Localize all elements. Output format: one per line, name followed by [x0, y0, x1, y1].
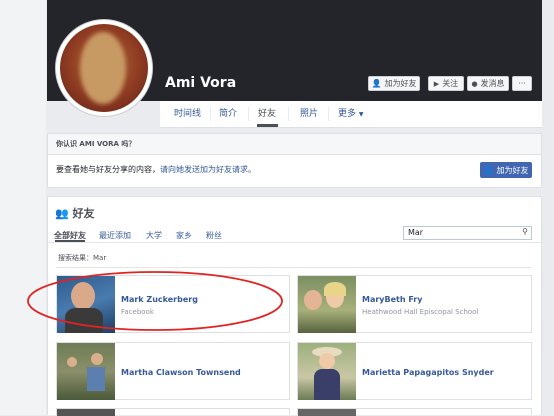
- add-friend-label: 加为好友: [384, 79, 417, 88]
- send-request-link[interactable]: 请向她发送加为好友请求。: [160, 165, 256, 174]
- search-results-label: 搜索结果：Mar: [58, 254, 107, 262]
- search-icon[interactable]: ⚲: [522, 227, 528, 236]
- tab-college[interactable]: 大学: [146, 230, 162, 241]
- tab-more[interactable]: 更多 ▼: [338, 101, 364, 127]
- friend-card-partial: [297, 408, 532, 416]
- friend-photo[interactable]: [298, 276, 356, 333]
- tab-hometown[interactable]: 家乡: [176, 230, 192, 241]
- more-actions-button[interactable]: ···: [512, 76, 532, 91]
- prompt-header: 你认识 AMI VORA 吗？: [48, 134, 541, 155]
- friend-photo[interactable]: [298, 343, 356, 400]
- friends-icon: 👥: [55, 207, 69, 220]
- tab-more-label: 更多: [338, 109, 357, 119]
- profile-name[interactable]: Ami Vora: [165, 75, 236, 91]
- add-friend-button[interactable]: 👤 加为好友: [368, 76, 420, 91]
- friend-card[interactable]: MaryBeth Fry Heathwood Hall Episcopal Sc…: [297, 275, 532, 333]
- friend-card[interactable]: Martha Clawson Townsend: [56, 342, 290, 400]
- prompt-add-friend-label: 加为好友: [496, 165, 529, 175]
- add-friend-icon: 👤: [371, 79, 382, 88]
- avatar-image: [60, 24, 148, 112]
- message-label: 发消息: [480, 79, 505, 88]
- friend-card-partial: [56, 408, 290, 416]
- highlight-ellipse-annotation: [27, 271, 283, 331]
- tab-followers[interactable]: 粉丝: [206, 230, 222, 241]
- prompt-add-friend-button[interactable]: 👤 加为好友: [480, 162, 532, 178]
- friend-name[interactable]: Marietta Papagapitos Snyder: [362, 368, 494, 377]
- left-sidebar-strip: [0, 0, 46, 415]
- friend-card[interactable]: Marietta Papagapitos Snyder: [297, 342, 532, 400]
- message-icon: ●: [471, 79, 478, 88]
- friends-title-row: 👥 好友: [55, 205, 95, 221]
- friend-name[interactable]: MaryBeth Fry: [362, 295, 422, 304]
- follow-button[interactable]: ▶ 关注: [428, 76, 464, 91]
- follow-icon: ▶: [433, 79, 440, 88]
- prompt-text: 要查看她与好友分享的内容，: [56, 165, 160, 174]
- friend-subtitle: Heathwood Hall Episcopal School: [362, 308, 479, 316]
- tab-photos[interactable]: 照片: [300, 101, 318, 127]
- friends-search-input[interactable]: Mar ⚲: [403, 226, 532, 240]
- profile-nav-bar: 时间线 简介 好友 照片 更多 ▼: [160, 101, 542, 128]
- tab-timeline[interactable]: 时间线: [174, 101, 201, 127]
- friend-photo[interactable]: [57, 343, 115, 400]
- more-actions-label: ···: [518, 79, 526, 88]
- message-button[interactable]: ● 发消息: [467, 76, 509, 91]
- tab-recently-added[interactable]: 最近添加: [99, 230, 131, 241]
- friends-title: 好友: [72, 207, 95, 220]
- tab-about[interactable]: 简介: [219, 101, 237, 127]
- follow-label: 关注: [442, 79, 459, 88]
- friend-name[interactable]: Martha Clawson Townsend: [121, 368, 241, 377]
- profile-avatar[interactable]: [56, 20, 152, 116]
- add-friend-icon: 👤: [483, 165, 494, 175]
- search-value: Mar: [408, 228, 424, 237]
- friend-request-prompt: 你认识 AMI VORA 吗？ 要查看她与好友分享的内容，请向她发送加为好友请求…: [47, 133, 542, 188]
- caret-down-icon: ▼: [358, 111, 364, 118]
